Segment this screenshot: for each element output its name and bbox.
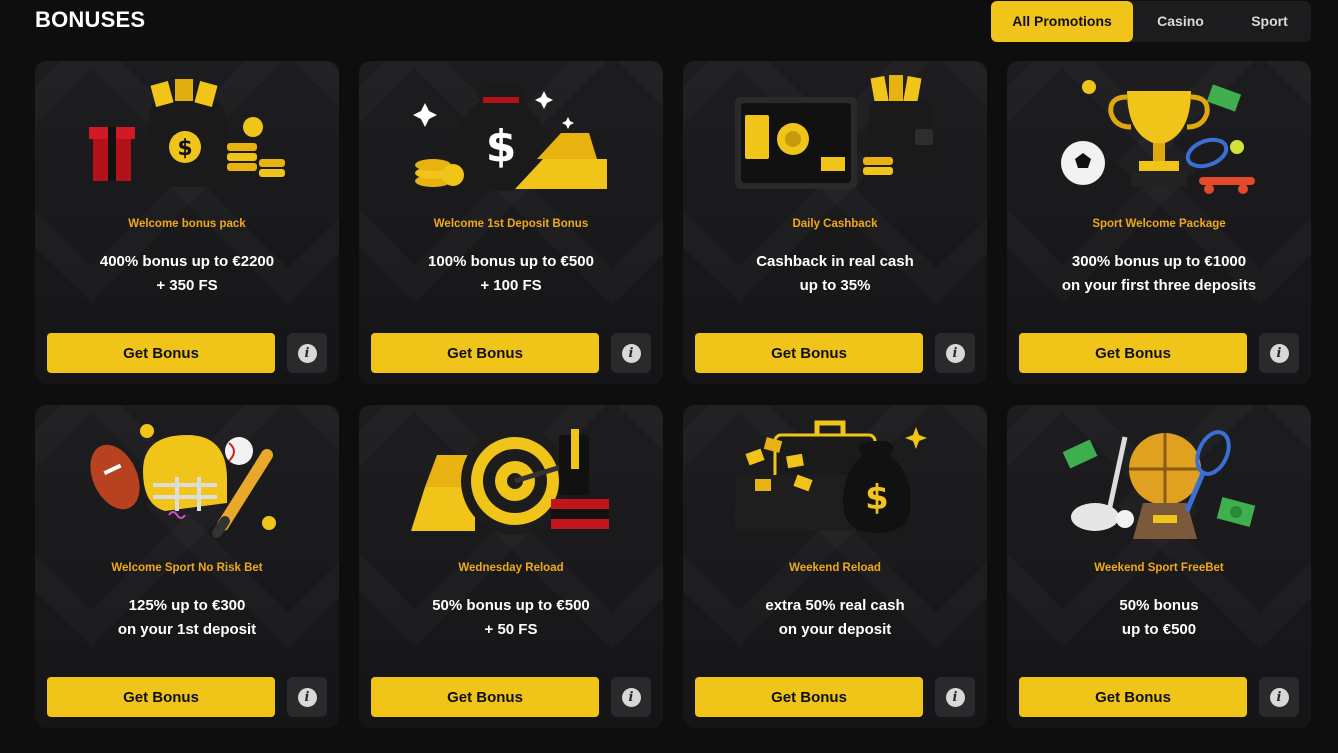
info-icon: i <box>297 687 317 707</box>
card-description: 125% up to €300 on your 1st deposit <box>117 597 257 638</box>
bonus-card: Weekend Sport FreeBet 50% bonus up to €5… <box>1007 405 1311 728</box>
get-bonus-button[interactable]: Get Bonus <box>371 333 599 373</box>
card-label: Sport Welcome Package <box>1092 218 1226 230</box>
get-bonus-button[interactable]: Get Bonus <box>695 677 923 717</box>
info-button[interactable]: i <box>287 333 327 373</box>
money-bag-gift-icon: $ <box>89 79 285 187</box>
tab-sport[interactable]: Sport <box>1228 1 1311 42</box>
get-bonus-button[interactable]: Get Bonus <box>1019 333 1247 373</box>
get-bonus-button[interactable]: Get Bonus <box>47 333 275 373</box>
card-description: 50% bonus up to €500 <box>1119 597 1199 638</box>
card-description: Cashback in real cash up to 35% <box>756 253 914 294</box>
card-label: Weekend Reload <box>789 562 881 574</box>
bonus-card: $ Welcome 1st Deposit Bonus 100% bonus u… <box>359 61 663 384</box>
money-bag-gold-bars-icon: $ <box>413 85 607 191</box>
get-bonus-button[interactable]: Get Bonus <box>695 333 923 373</box>
bonus-card: Sport Welcome Package 300% bonus up to €… <box>1007 61 1311 384</box>
bonus-card: $ Welcome bonus pack 400% bonus up to €2… <box>35 61 339 384</box>
safe-wallet-icon <box>735 75 933 189</box>
info-button[interactable]: i <box>1259 677 1299 717</box>
trophy-sports-icon <box>1061 80 1255 194</box>
card-label: Welcome Sport No Risk Bet <box>111 562 263 574</box>
info-button[interactable]: i <box>935 677 975 717</box>
card-description: 50% bonus up to €500 + 50 FS <box>432 597 590 638</box>
svg-text:$: $ <box>486 121 517 172</box>
info-button[interactable]: i <box>611 677 651 717</box>
info-icon: i <box>945 687 965 707</box>
card-description: 100% bonus up to €500 + 100 FS <box>428 253 594 294</box>
info-icon: i <box>297 343 317 363</box>
svg-text:$: $ <box>865 478 889 518</box>
card-description: 300% bonus up to €1000 on your first thr… <box>1061 253 1257 294</box>
card-description: 400% bonus up to €2200 + 350 FS <box>99 253 275 294</box>
info-icon: i <box>621 343 641 363</box>
info-button[interactable]: i <box>1259 333 1299 373</box>
tab-all-promotions[interactable]: All Promotions <box>991 0 1133 42</box>
suitcase-money-bag-icon: $ <box>735 420 927 533</box>
football-helmet-icon <box>90 424 276 538</box>
bonus-card: $ Weekend Reload extra 50% real cash on … <box>683 405 987 728</box>
header: BONUSES All Promotions Casino Sport <box>35 0 1311 42</box>
card-label: Weekend Sport FreeBet <box>1094 562 1224 574</box>
card-label: Daily Cashback <box>792 218 878 230</box>
info-icon: i <box>1269 687 1289 707</box>
get-bonus-button[interactable]: Get Bonus <box>371 677 599 717</box>
target-dart-icon <box>411 427 609 535</box>
card-label: Wednesday Reload <box>458 562 564 574</box>
bonus-card: Wednesday Reload 50% bonus up to €500 + … <box>359 405 663 728</box>
get-bonus-button[interactable]: Get Bonus <box>47 677 275 717</box>
tab-casino[interactable]: Casino <box>1133 1 1228 42</box>
info-icon: i <box>1269 343 1289 363</box>
card-label: Welcome 1st Deposit Bonus <box>433 218 589 230</box>
info-button[interactable]: i <box>287 677 327 717</box>
card-label: Welcome bonus pack <box>128 218 246 230</box>
promotion-tabs: All Promotions Casino Sport <box>991 0 1311 42</box>
bonus-grid: $ Welcome bonus pack 400% bonus up to €2… <box>35 61 1311 728</box>
svg-text:$: $ <box>177 136 192 161</box>
card-description: extra 50% real cash on your deposit <box>765 597 905 638</box>
sports-trophy-cash-icon <box>1062 430 1256 539</box>
info-icon: i <box>621 687 641 707</box>
bonus-card: Welcome Sport No Risk Bet 125% up to €30… <box>35 405 339 728</box>
info-button[interactable]: i <box>611 333 651 373</box>
get-bonus-button[interactable]: Get Bonus <box>1019 677 1247 717</box>
info-icon: i <box>945 343 965 363</box>
info-button[interactable]: i <box>935 333 975 373</box>
page-title: BONUSES <box>35 7 146 32</box>
bonus-card: Daily Cashback Cashback in real cash up … <box>683 61 987 384</box>
